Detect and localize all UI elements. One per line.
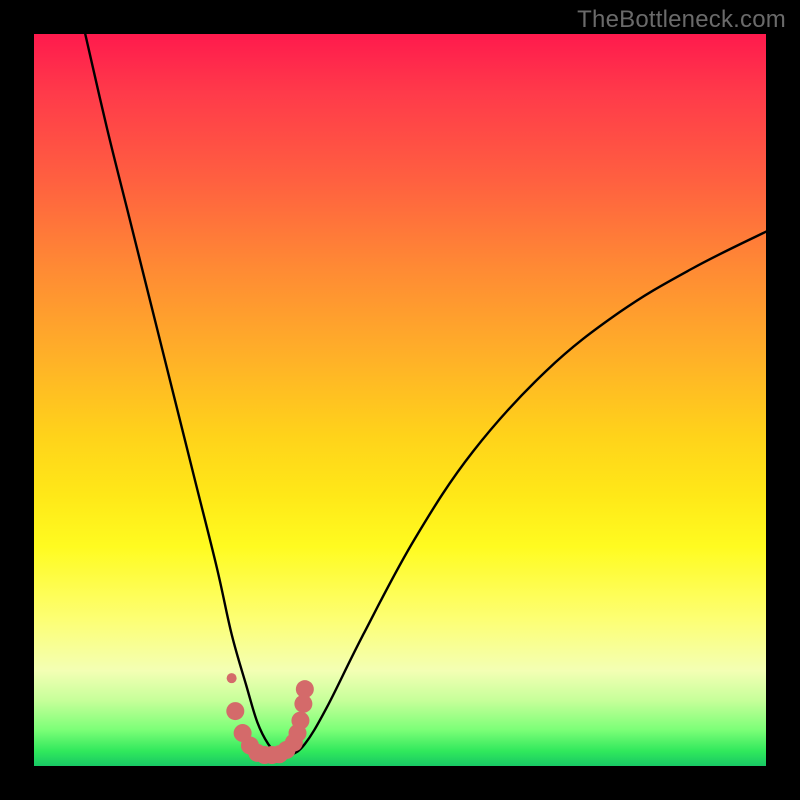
highlight-dot <box>291 712 309 730</box>
chart-svg <box>34 34 766 766</box>
highlight-dot <box>296 680 314 698</box>
watermark-text: TheBottleneck.com <box>577 6 786 34</box>
highlight-dots <box>226 673 314 764</box>
highlight-dot <box>227 673 237 683</box>
bottleneck-curve <box>85 34 766 757</box>
chart-frame: TheBottleneck.com <box>0 0 800 800</box>
plot-area <box>34 34 766 766</box>
highlight-dot <box>226 702 244 720</box>
